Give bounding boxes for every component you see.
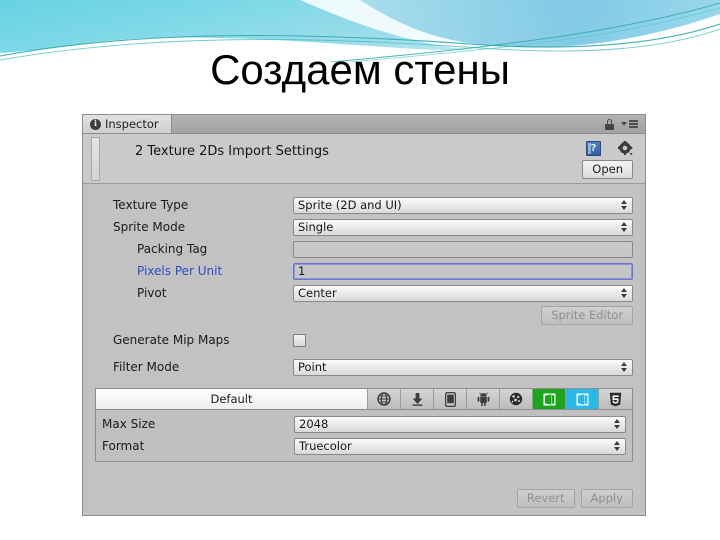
popup-pivot-value: Center: [298, 286, 337, 300]
windows-store-icon: [543, 393, 556, 406]
popup-filter-mode-value: Point: [298, 360, 327, 374]
platform-tabs: Default: [96, 389, 632, 410]
checkbox-generate-mip-maps[interactable]: [293, 333, 306, 347]
popup-sprite-mode[interactable]: Single: [293, 218, 633, 236]
sprite-editor-button[interactable]: Sprite Editor: [541, 305, 633, 325]
popup-format-value: Truecolor: [299, 439, 352, 453]
row-pixels-per-unit: Pixels Per Unit 1: [95, 260, 633, 282]
object-header: 2 Texture 2Ds Import Settings ? Open: [83, 134, 645, 184]
popup-texture-type[interactable]: Sprite (2D and UI): [293, 196, 633, 214]
label-max-size: Max Size: [102, 417, 156, 431]
row-sprite-editor: Sprite Editor: [95, 304, 633, 326]
popup-max-size-value: 2048: [299, 417, 329, 431]
info-icon: i: [90, 118, 101, 130]
label-packing-tag: Packing Tag: [137, 242, 208, 256]
row-generate-mip-maps: Generate Mip Maps: [95, 326, 633, 354]
label-texture-type: Texture Type: [113, 198, 189, 212]
tab-inspector-label: Inspector: [105, 117, 159, 131]
inspector-tabstrip: i Inspector: [83, 115, 645, 134]
platform-tab-standalone[interactable]: [368, 389, 401, 409]
android-icon: [477, 392, 490, 406]
download-arrow-icon: [411, 392, 424, 406]
label-pivot: Pivot: [137, 286, 167, 300]
chevron-updown-icon: [614, 441, 621, 451]
row-pivot: Pivot Center: [95, 282, 633, 304]
platform-tab-android[interactable]: [467, 389, 500, 409]
platform-tab-tizen[interactable]: [500, 389, 533, 409]
popup-filter-mode[interactable]: Point: [293, 358, 633, 376]
row-format: Format Truecolor: [96, 435, 632, 457]
page-title: Создаем стены: [210, 46, 510, 93]
popup-max-size[interactable]: 2048: [294, 415, 626, 433]
chevron-updown-icon: [614, 419, 621, 429]
platform-tab-webgl[interactable]: [599, 389, 632, 409]
platform-tab-webplayer[interactable]: [401, 389, 434, 409]
platform-settings-box: Default Max Size 2048 Format Truecolor: [95, 388, 633, 462]
tab-inspector[interactable]: i Inspector: [83, 115, 172, 133]
platform-tab-windows-store[interactable]: [533, 389, 566, 409]
platform-tab-windows-phone[interactable]: [566, 389, 599, 409]
help-book-icon[interactable]: ?: [586, 141, 601, 156]
windows-phone-icon: [576, 393, 589, 406]
globe-icon: [377, 392, 391, 406]
object-thumbnail: [91, 137, 100, 181]
row-packing-tag: Packing Tag: [95, 238, 633, 260]
open-button[interactable]: Open: [582, 160, 633, 179]
row-max-size: Max Size 2048: [96, 413, 632, 435]
phone-icon: [444, 391, 456, 407]
chevron-updown-icon: [621, 222, 628, 232]
popup-pivot[interactable]: Center: [293, 284, 633, 302]
label-pixels-per-unit: Pixels Per Unit: [137, 264, 223, 278]
platform-tab-ios[interactable]: [434, 389, 467, 409]
gear-icon[interactable]: [618, 141, 633, 156]
tizen-globe-icon: [509, 392, 523, 406]
row-texture-type: Texture Type Sprite (2D and UI): [95, 194, 633, 216]
popup-format[interactable]: Truecolor: [294, 437, 626, 455]
label-sprite-mode: Sprite Mode: [113, 220, 186, 234]
popup-texture-type-value: Sprite (2D and UI): [298, 198, 402, 212]
apply-button[interactable]: Apply: [580, 488, 633, 508]
unity-inspector-window: i Inspector 2 Texture 2Ds Import Setting…: [82, 114, 646, 516]
chevron-updown-icon: [621, 288, 628, 298]
menu-dropdown-icon[interactable]: [621, 120, 638, 128]
label-format: Format: [102, 439, 145, 453]
label-filter-mode: Filter Mode: [113, 360, 180, 374]
label-generate-mip-maps: Generate Mip Maps: [113, 333, 230, 347]
input-packing-tag[interactable]: [293, 240, 633, 258]
row-filter-mode: Filter Mode Point: [95, 354, 633, 380]
platform-tab-default-label: Default: [210, 392, 253, 406]
row-sprite-mode: Sprite Mode Single: [95, 216, 633, 238]
inspector-footer: Revert Apply: [83, 481, 645, 515]
input-pixels-per-unit[interactable]: 1: [293, 262, 633, 280]
platform-tab-default[interactable]: Default: [96, 389, 368, 409]
tabstrip-right-controls: [605, 115, 645, 133]
chevron-updown-icon: [621, 200, 628, 210]
html5-icon: [609, 392, 622, 407]
object-title: 2 Texture 2Ds Import Settings: [135, 144, 329, 159]
chevron-updown-icon: [621, 362, 628, 372]
properties-section: Texture Type Sprite (2D and UI) Sprite M…: [83, 184, 645, 380]
revert-button[interactable]: Revert: [516, 488, 575, 508]
popup-sprite-mode-value: Single: [298, 220, 334, 234]
platform-settings-rows: Max Size 2048 Format Truecolor: [96, 410, 632, 461]
lock-icon[interactable]: [605, 118, 614, 130]
input-pixels-per-unit-value: 1: [298, 264, 306, 278]
